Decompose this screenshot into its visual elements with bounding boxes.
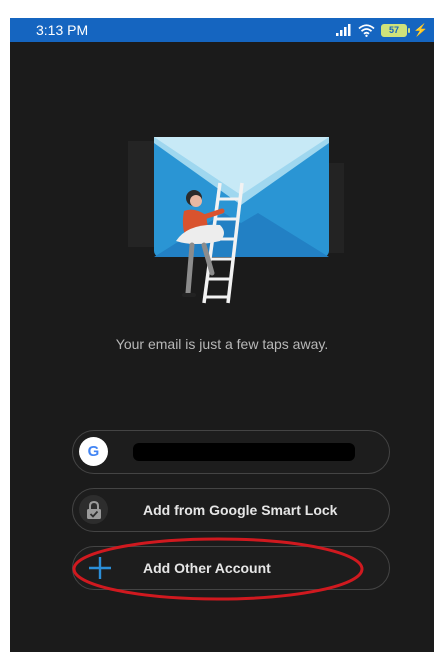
tagline: Your email is just a few taps away. <box>115 336 329 352</box>
smart-lock-label: Add from Google Smart Lock <box>143 502 338 518</box>
status-icons: 57 ⚡ <box>336 21 428 39</box>
other-account-label: Add Other Account <box>143 560 271 576</box>
phone-screen: 3:13 PM 57 ⚡ Your email is just a few ta… <box>10 18 434 652</box>
battery-level: 57 <box>389 25 400 35</box>
google-letter: G <box>87 443 100 460</box>
google-icon: G <box>79 437 108 466</box>
smart-lock-button[interactable]: Add from Google Smart Lock <box>72 488 390 532</box>
signal-icon <box>336 24 351 36</box>
plus-icon <box>89 557 111 579</box>
battery-icon: 57 <box>381 23 411 37</box>
status-time: 3:13 PM <box>36 22 89 38</box>
google-account-button[interactable]: G <box>72 430 390 474</box>
status-bar: 3:13 PM 57 ⚡ <box>10 18 434 42</box>
redacted-email <box>133 443 355 461</box>
lock-icon <box>79 495 108 524</box>
charging-icon: ⚡ <box>413 23 428 37</box>
wifi-icon <box>358 23 375 37</box>
add-other-account-button[interactable]: Add Other Account <box>72 546 390 590</box>
email-ladder-illustration <box>128 137 344 304</box>
